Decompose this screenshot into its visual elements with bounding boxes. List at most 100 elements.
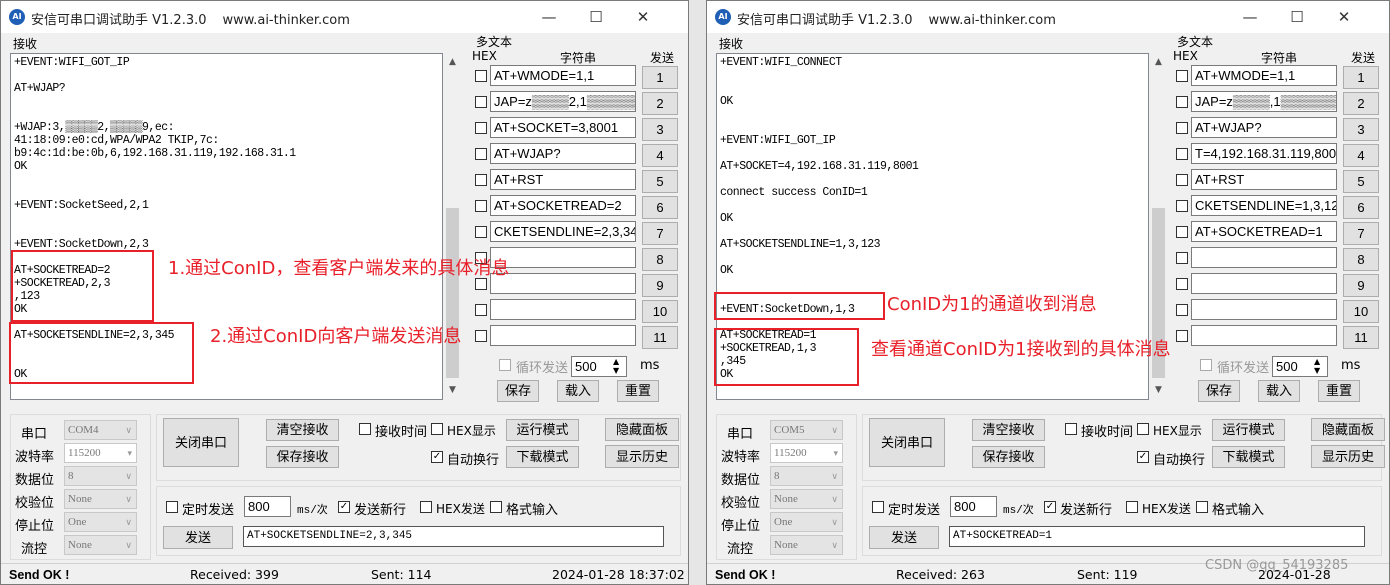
- multi-string-input[interactable]: [490, 273, 636, 294]
- multi-string-input[interactable]: AT+RST: [1191, 169, 1337, 190]
- show-history-button[interactable]: 显示历史: [605, 445, 679, 468]
- multi-send-button[interactable]: 11: [642, 326, 678, 349]
- load-button[interactable]: 载入: [1258, 380, 1300, 402]
- dropdown-arrow-icon[interactable]: ∨: [831, 421, 838, 439]
- scroll-up-icon[interactable]: ▲: [444, 57, 461, 67]
- multi-send-button[interactable]: 2: [1343, 92, 1379, 115]
- send-newline-checkbox[interactable]: ✓: [338, 501, 350, 513]
- multi-hex-checkbox[interactable]: [1176, 278, 1188, 290]
- multi-hex-checkbox[interactable]: [1176, 330, 1188, 342]
- multi-send-button[interactable]: 11: [1343, 326, 1379, 349]
- serial-setting-select[interactable]: One ∨: [770, 512, 843, 532]
- timed-send-checkbox[interactable]: [166, 501, 178, 513]
- reset-button[interactable]: 重置: [1318, 380, 1360, 402]
- multi-send-button[interactable]: 1: [642, 66, 678, 89]
- hex-display-checkbox[interactable]: [431, 423, 443, 435]
- multi-hex-checkbox[interactable]: [475, 70, 487, 82]
- scroll-down-icon[interactable]: ▼: [1150, 385, 1167, 395]
- run-mode-button[interactable]: 运行模式: [1212, 419, 1285, 441]
- save-button[interactable]: 保存: [1198, 380, 1240, 402]
- multi-send-button[interactable]: 9: [1343, 274, 1379, 297]
- multi-hex-checkbox[interactable]: [475, 304, 487, 316]
- serial-setting-select[interactable]: COM4 ∨: [64, 420, 137, 440]
- multi-send-button[interactable]: 1: [1343, 66, 1379, 89]
- multi-string-input[interactable]: AT+SOCKETREAD=1: [1191, 221, 1337, 242]
- maximize-icon[interactable]: ☐: [1274, 5, 1320, 29]
- dropdown-arrow-icon[interactable]: ∨: [125, 421, 132, 439]
- dropdown-arrow-icon[interactable]: ∨: [831, 467, 838, 485]
- send-button[interactable]: 发送: [163, 526, 233, 549]
- loop-send-checkbox[interactable]: [499, 359, 511, 371]
- multi-hex-checkbox[interactable]: [1176, 70, 1188, 82]
- timed-interval-input[interactable]: 800: [950, 496, 997, 517]
- dropdown-arrow-icon[interactable]: ▾: [127, 444, 132, 462]
- multi-send-button[interactable]: 8: [1343, 248, 1379, 271]
- save-receive-button[interactable]: 保存接收: [266, 446, 339, 468]
- title-bar[interactable]: AI 安信可串口调试助手 V1.2.3.0 www.ai-thinker.com — ☐…: [707, 1, 1389, 33]
- hex-send-checkbox[interactable]: [420, 501, 432, 513]
- multi-string-input[interactable]: [490, 325, 636, 346]
- dropdown-arrow-icon[interactable]: ∨: [125, 467, 132, 485]
- multi-send-button[interactable]: 4: [642, 144, 678, 167]
- hex-display-checkbox[interactable]: [1137, 423, 1149, 435]
- multi-send-button[interactable]: 9: [642, 274, 678, 297]
- timed-interval-input[interactable]: 800: [244, 496, 291, 517]
- receive-time-checkbox[interactable]: [359, 423, 371, 435]
- format-input-checkbox[interactable]: [1196, 501, 1208, 513]
- multi-send-button[interactable]: 5: [1343, 170, 1379, 193]
- run-mode-button[interactable]: 运行模式: [506, 419, 579, 441]
- close-port-button[interactable]: 关闭串口: [163, 418, 239, 467]
- serial-setting-select[interactable]: COM5 ∨: [770, 420, 843, 440]
- multi-send-button[interactable]: 5: [642, 170, 678, 193]
- scroll-down-icon[interactable]: ▼: [444, 385, 461, 395]
- multi-hex-checkbox[interactable]: [475, 330, 487, 342]
- send-button[interactable]: 发送: [869, 526, 939, 549]
- close-port-button[interactable]: 关闭串口: [869, 418, 945, 467]
- minimize-icon[interactable]: —: [526, 5, 572, 29]
- multi-hex-checkbox[interactable]: [1176, 174, 1188, 186]
- multi-string-input[interactable]: JAP=z▒▒▒▒,1▒▒▒▒▒▒: [1191, 91, 1337, 112]
- hex-send-checkbox[interactable]: [1126, 501, 1138, 513]
- timed-send-checkbox[interactable]: [872, 501, 884, 513]
- multi-string-input[interactable]: CKETSENDLINE=2,3,345: [490, 221, 636, 242]
- multi-string-input[interactable]: AT+WJAP?: [1191, 117, 1337, 138]
- multi-hex-checkbox[interactable]: [475, 226, 487, 238]
- format-input-checkbox[interactable]: [490, 501, 502, 513]
- multi-string-input[interactable]: T=4,192.168.31.119,8001: [1191, 143, 1337, 164]
- auto-wrap-checkbox[interactable]: ✓: [1137, 451, 1149, 463]
- serial-setting-select[interactable]: 8 ∨: [64, 466, 137, 486]
- serial-setting-select[interactable]: None ∨: [64, 535, 137, 555]
- multi-hex-checkbox[interactable]: [475, 122, 487, 134]
- multi-hex-checkbox[interactable]: [475, 96, 487, 108]
- multi-string-input[interactable]: JAP=z▒▒▒▒2,1▒▒▒▒▒▒: [490, 91, 636, 112]
- minimize-icon[interactable]: —: [1227, 5, 1273, 29]
- multi-hex-checkbox[interactable]: [1176, 252, 1188, 264]
- loop-interval-spinner[interactable]: ▲ ▼: [1314, 357, 1320, 375]
- multi-send-button[interactable]: 10: [642, 300, 678, 323]
- multi-string-input[interactable]: AT+RST: [490, 169, 636, 190]
- close-icon[interactable]: ✕: [1321, 5, 1367, 29]
- send-text-input[interactable]: AT+SOCKETSENDLINE=2,3,345: [243, 526, 664, 547]
- multi-hex-checkbox[interactable]: [1176, 148, 1188, 160]
- multi-send-button[interactable]: 6: [1343, 196, 1379, 219]
- serial-setting-select[interactable]: None ∨: [770, 489, 843, 509]
- multi-hex-checkbox[interactable]: [1176, 304, 1188, 316]
- serial-setting-select[interactable]: 115200 ▾: [64, 443, 137, 463]
- multi-string-input[interactable]: [1191, 299, 1337, 320]
- multi-string-input[interactable]: [1191, 325, 1337, 346]
- multi-string-input[interactable]: AT+SOCKETREAD=2: [490, 195, 636, 216]
- multi-string-input[interactable]: CKETSENDLINE=1,3,123: [1191, 195, 1337, 216]
- save-receive-button[interactable]: 保存接收: [972, 446, 1045, 468]
- save-button[interactable]: 保存: [497, 380, 539, 402]
- multi-hex-checkbox[interactable]: [475, 174, 487, 186]
- scrollbar-thumb[interactable]: [446, 208, 459, 378]
- maximize-icon[interactable]: ☐: [573, 5, 619, 29]
- multi-string-input[interactable]: [1191, 247, 1337, 268]
- serial-setting-select[interactable]: 8 ∨: [770, 466, 843, 486]
- multi-send-button[interactable]: 3: [1343, 118, 1379, 141]
- multi-send-button[interactable]: 2: [642, 92, 678, 115]
- auto-wrap-checkbox[interactable]: ✓: [431, 451, 443, 463]
- multi-string-input[interactable]: AT+WMODE=1,1: [490, 65, 636, 86]
- download-mode-button[interactable]: 下载模式: [506, 446, 579, 468]
- dropdown-arrow-icon[interactable]: ∨: [831, 536, 838, 554]
